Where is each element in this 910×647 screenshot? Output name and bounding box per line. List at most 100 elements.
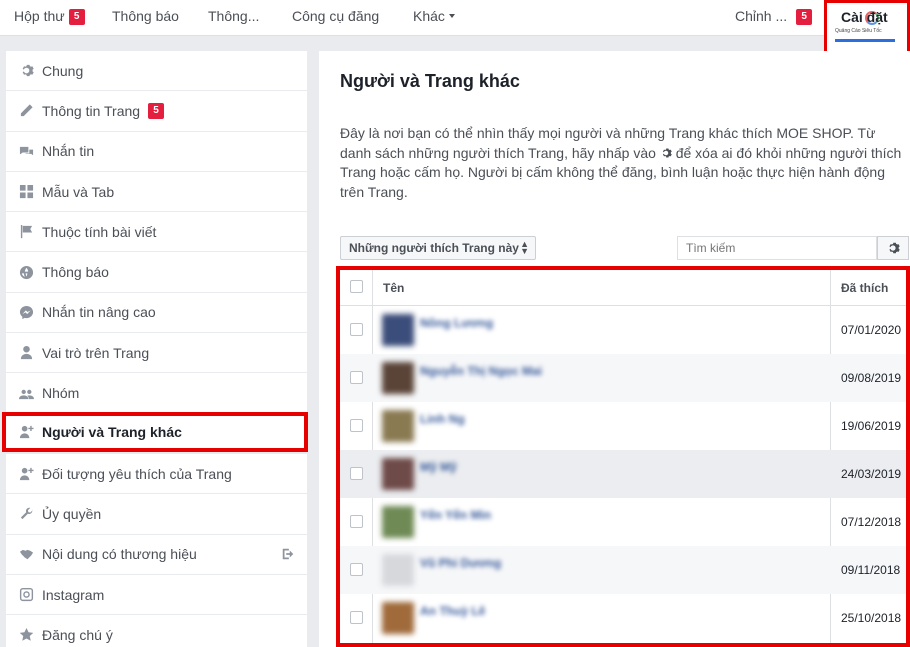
gear-menu-button[interactable] [877, 236, 909, 260]
liked-date: 09/11/2018 [841, 563, 901, 577]
sidebar-item-label: Nhóm [42, 385, 80, 402]
sidebar-item-templates-tabs[interactable]: Mẫu và Tab [6, 171, 307, 213]
sidebar-item-label: Nhắn tin [42, 143, 95, 160]
sidebar-item-label: Instagram [42, 586, 105, 603]
sidebar-item-general[interactable]: Chung [6, 51, 307, 92]
sidebar-item-preferred-audience[interactable]: Đối tượng yêu thích của Trang [6, 453, 307, 495]
search-input[interactable] [677, 236, 877, 260]
sidebar-item-label: Đối tượng yêu thích của Trang [42, 465, 232, 482]
sidebar-item-label: Nhắn tin nâng cao [42, 304, 156, 321]
nav-edit-label: Chỉnh ... [735, 8, 788, 24]
avatar[interactable] [382, 506, 414, 538]
sidebar-item-page-roles[interactable]: Vai trò trên Trang [6, 333, 307, 374]
people-and-other-pages-panel: Người và Trang khác Đây là nơi bạn có th… [319, 51, 910, 647]
row-checkbox[interactable] [350, 371, 363, 384]
edit-badge: 5 [796, 9, 813, 25]
person-add-icon [18, 424, 34, 440]
table-row[interactable]: Nông Lương 07/01/2020 [340, 306, 906, 354]
row-checkbox[interactable] [350, 467, 363, 480]
sidebar-item-page-info[interactable]: Thông tin Trang 5 [6, 91, 307, 132]
sidebar-item-groups[interactable]: Nhóm [6, 373, 307, 414]
avatar[interactable] [382, 362, 414, 394]
page-info-badge: 5 [148, 102, 165, 119]
avatar[interactable] [382, 554, 414, 586]
messenger-icon [18, 304, 34, 320]
people-table: Tên Đã thích Nông Lương 07/01/2020 Nguyễn … [336, 266, 910, 647]
sidebar-item-label: Thông báo [42, 264, 109, 281]
sidebar-item-branded-content[interactable]: Nội dung có thương hiệu [6, 534, 307, 575]
inbox-badge: 5 [68, 9, 85, 25]
row-checkbox[interactable] [350, 515, 363, 528]
table-row[interactable]: Nguyễn Thị Ngọc Mai 09/08/2019 [340, 354, 906, 402]
person-name-link[interactable]: Mỹ Mỹ [420, 460, 457, 474]
sidebar-item-authorizations[interactable]: Ủy quyền [6, 494, 307, 535]
flag-icon [18, 224, 34, 240]
audience-filter-dropdown[interactable]: Những người thích Trang này ▲ ▼ [340, 236, 536, 260]
table-row[interactable]: Vũ Phi Dương 09/11/2018 [340, 546, 906, 594]
nav-publishing-tools[interactable]: Công cụ đăng [292, 0, 379, 36]
sidebar-item-people-and-other-pages[interactable]: Người và Trang khác [2, 411, 308, 452]
select-all-checkbox[interactable] [350, 280, 363, 293]
filter-label: Những người thích Trang này [349, 241, 519, 255]
row-checkbox[interactable] [350, 563, 363, 576]
nav-more[interactable]: Khác [413, 0, 455, 36]
sidebar-item-advanced-messaging[interactable]: Nhắn tin nâng cao [6, 292, 307, 334]
top-navigation-bar: Hộp thư 5 Thông báo Thông... Công cụ đăng… [0, 0, 910, 56]
sidebar-item-label: Nội dung có thương hiệu [42, 546, 197, 563]
wrench-icon [18, 506, 34, 522]
logo-underline [835, 39, 895, 42]
nav-inbox[interactable]: Hộp thư 5 [14, 0, 85, 36]
column-header-liked[interactable]: Đã thích [841, 281, 888, 295]
sidebar-item-label: Vai trò trên Trang [42, 344, 150, 361]
sidebar-item-messaging[interactable]: Nhắn tin [6, 131, 307, 172]
nav-insights[interactable]: Thông... [208, 0, 259, 36]
sidebar-item-featured[interactable]: Đăng chú ý [6, 615, 307, 647]
person-name-link[interactable]: Yến Yến Min [420, 508, 491, 522]
nav-notifications[interactable]: Thông báo [112, 0, 179, 36]
table-row[interactable]: Mỹ Mỹ 24/03/2019 [340, 450, 906, 498]
row-checkbox[interactable] [350, 323, 363, 336]
row-checkbox[interactable] [350, 611, 363, 624]
caret-down-icon [448, 14, 455, 18]
chat-bubbles-icon [18, 143, 34, 159]
gear-icon [662, 148, 672, 157]
liked-date: 09/08/2019 [841, 371, 902, 385]
row-checkbox[interactable] [350, 419, 363, 432]
exit-icon [281, 547, 295, 564]
person-name-link[interactable]: Nguyễn Thị Ngọc Mai [420, 364, 542, 378]
nav-settings-label: Cài đặt [841, 9, 888, 25]
sidebar-item-label: Ủy quyền [42, 505, 102, 522]
avatar[interactable] [382, 602, 414, 634]
avatar[interactable] [382, 458, 414, 490]
logo-caption: Quảng Cáo Siêu Tốc [835, 28, 882, 34]
person-name-link[interactable]: Vũ Phi Dương [420, 556, 501, 570]
nav-settings[interactable]: Cài đặt Quảng Cáo Siêu Tốc [824, 0, 910, 56]
table-row[interactable]: An Thuỳ Lê 25/10/2018 [340, 594, 906, 642]
globe-icon [18, 264, 34, 280]
person-name-link[interactable]: Nông Lương [420, 316, 493, 330]
person-add-icon [18, 466, 34, 482]
person-name-link[interactable]: Linh Ng [420, 412, 465, 426]
sidebar-item-post-attribution[interactable]: Thuộc tính bài viết [6, 212, 307, 253]
grid-icon [18, 184, 34, 200]
sidebar-item-notifications[interactable]: Thông báo [6, 252, 307, 293]
table-row[interactable]: Linh Ng 19/06/2019 [340, 402, 906, 450]
gear-icon [18, 63, 34, 79]
sidebar-item-label: Thuộc tính bài viết [42, 223, 157, 240]
avatar[interactable] [382, 410, 414, 442]
pencil-icon [18, 103, 34, 119]
table-row[interactable]: Yến Yến Min 07/12/2018 [340, 498, 906, 546]
sidebar-item-instagram[interactable]: Instagram [6, 574, 307, 616]
page-title: Người và Trang khác [340, 71, 520, 91]
settings-sidebar: Chung Thông tin Trang 5 Nhắn tin Mẫu và … [2, 51, 308, 647]
liked-date: 25/10/2018 [841, 611, 902, 625]
handshake-icon [18, 546, 34, 562]
nav-inbox-label: Hộp thư [14, 8, 65, 24]
sidebar-item-spacer: Người và Trang khác [2, 411, 308, 454]
person-name-link[interactable]: An Thuỳ Lê [420, 604, 485, 618]
avatar[interactable] [382, 314, 414, 346]
nav-edit[interactable]: Chỉnh ... 5 [735, 0, 813, 36]
sidebar-item-label: Thông tin Trang [42, 102, 141, 119]
liked-date: 07/12/2018 [841, 515, 902, 529]
column-header-name[interactable]: Tên [383, 281, 404, 295]
